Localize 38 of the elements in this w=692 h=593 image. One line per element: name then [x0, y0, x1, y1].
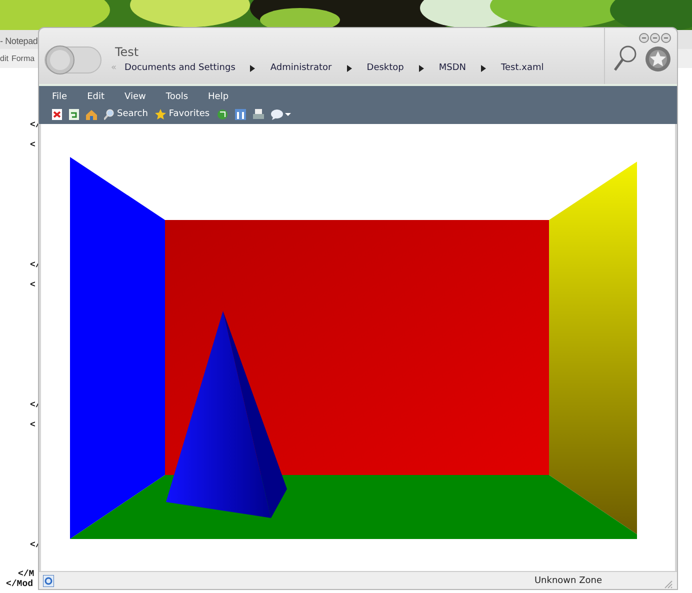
- close-button-icon: [661, 33, 671, 43]
- breadcrumb-item[interactable]: Administrator: [270, 63, 332, 73]
- search-icon: [613, 45, 637, 73]
- menu-item[interactable]: Help: [208, 92, 229, 102]
- menu-item[interactable]: File: [52, 92, 68, 102]
- window-title: - Notepad: [0, 36, 38, 46]
- search-button[interactable]: Search: [104, 108, 148, 120]
- magnifier-icon[interactable]: [104, 108, 114, 120]
- back-button-icon: [43, 43, 103, 77]
- page-title: Test: [115, 45, 140, 59]
- breadcrumb-item[interactable]: Test.xaml: [501, 63, 544, 73]
- arrow-icon: [481, 64, 486, 72]
- breadcrumb-item[interactable]: Desktop: [366, 63, 404, 73]
- code-text: <: [30, 420, 36, 430]
- arrow-icon: [346, 64, 352, 72]
- menu-item[interactable]: dit: [0, 54, 8, 63]
- minimize-button-icon: [639, 33, 649, 43]
- maximize-button-icon: [650, 33, 660, 43]
- code-text: </M: [18, 569, 34, 579]
- arrow-icon: [250, 64, 256, 72]
- arrow-icon: [418, 64, 424, 72]
- printer-icon[interactable]: [252, 108, 264, 120]
- menu-item[interactable]: View: [124, 92, 146, 102]
- menu-item[interactable]: Forma: [11, 54, 35, 63]
- code-text: <: [30, 280, 36, 290]
- chat-dropdown-icon[interactable]: [270, 108, 291, 120]
- stop-icon[interactable]: [52, 108, 62, 120]
- menu-item[interactable]: Edit: [87, 92, 104, 102]
- breadcrumb-item[interactable]: Documents and Settings: [124, 63, 236, 73]
- code-text: </Mod: [6, 579, 34, 589]
- home-icon[interactable]: [86, 108, 97, 120]
- page-icon: [43, 574, 54, 586]
- zone-text: Unknown Zone: [534, 576, 602, 586]
- menu-item[interactable]: Tools: [166, 92, 188, 102]
- breadcrumb-item[interactable]: MSDN: [438, 63, 466, 73]
- code-text: <: [30, 140, 36, 150]
- favorites-button[interactable]: Favorites: [154, 108, 210, 120]
- star-icon[interactable]: [154, 108, 166, 120]
